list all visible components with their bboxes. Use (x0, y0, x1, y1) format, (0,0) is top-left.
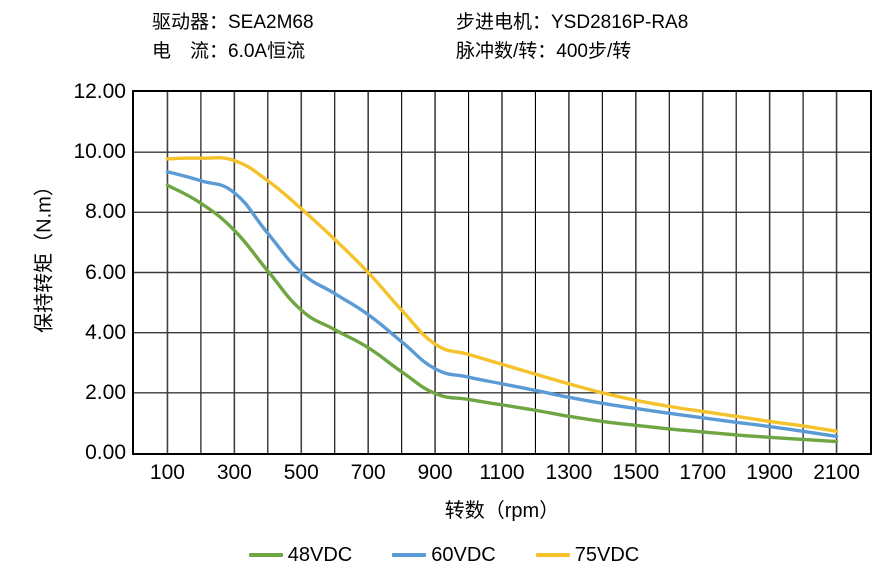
y-axis-tick-label: 10.00 (73, 140, 126, 164)
chart-curves (165, 155, 839, 444)
x-axis-tick-label: 300 (216, 461, 252, 484)
legend-item-60vdc: 60VDC (392, 544, 496, 566)
legend-color-swatch (248, 553, 283, 557)
driver-label: 驱动器：SEA2M68 (152, 12, 314, 33)
plot-area (132, 90, 872, 455)
header-row-2: 电 流：6.0A恒流 脉冲数/转：400步/转 (0, 37, 888, 66)
pulses-per-rev-label: 脉冲数/转：400步/转 (456, 41, 632, 62)
legend-item-75vdc: 75VDC (535, 544, 640, 566)
legend-color-swatch (392, 553, 427, 557)
legend-item-label: 75VDC (574, 544, 640, 566)
y-axis-tick-label: 8.00 (85, 200, 126, 224)
chart-container: 保持转矩（N.m） 0.00 2.00 4.00 6.00 8.00 10.00 12.00… (0, 66, 888, 536)
legend-item-label: 48VDC (287, 544, 353, 566)
x-axis-tick-label: 100 (149, 461, 185, 484)
y-axis-tick-label: 12.00 (73, 80, 126, 103)
legend-color-swatch (535, 553, 570, 557)
chart-header: 驱动器：SEA2M68 步进电机：YSD2816P-RA8 电 流：6.0A恒流… (0, 8, 888, 66)
y-axis-tick-label: 4.00 (85, 320, 126, 344)
x-axis-tick-label: 500 (283, 461, 319, 484)
header-row-1: 驱动器：SEA2M68 步进电机：YSD2816P-RA8 (0, 8, 888, 37)
current-label: 电 流：6.0A恒流 (152, 41, 306, 62)
x-axis-tick-label: 700 (350, 461, 386, 484)
y-axis-tick-label: 0.00 (85, 441, 126, 464)
stepper-motor-label: 步进电机：YSD2816P-RA8 (456, 12, 689, 33)
x-axis-tick-label: 2100 (813, 461, 860, 484)
y-axis-tick-label: 6.00 (85, 260, 126, 284)
chart-legend: 48VDC 60VDC 75VDC (0, 538, 888, 572)
x-axis-tick-label: 900 (417, 461, 453, 484)
x-axis-title: 转数（rpm） (444, 500, 560, 522)
x-axis-tick-label: 1100 (479, 461, 525, 484)
x-axis-tick-label: 1300 (545, 461, 593, 484)
y-axis-title-host: 保持转矩（N.m） (10, 90, 56, 455)
x-axis-tick-labels: 100 300 500 700 900 1100 1300 1500 1700 1900 2100 (132, 460, 872, 490)
x-axis-tick-label: 1500 (612, 461, 660, 484)
y-axis-tick-labels: 0.00 2.00 4.00 6.00 8.00 10.00 12.00 (40, 81, 126, 463)
legend-item-48vdc: 48VDC (248, 544, 353, 566)
x-axis-tick-label: 1900 (746, 461, 793, 484)
legend-item-label: 60VDC (431, 544, 496, 566)
y-axis-tick-label: 2.00 (85, 380, 126, 404)
x-axis-tick-label: 1700 (679, 461, 727, 484)
